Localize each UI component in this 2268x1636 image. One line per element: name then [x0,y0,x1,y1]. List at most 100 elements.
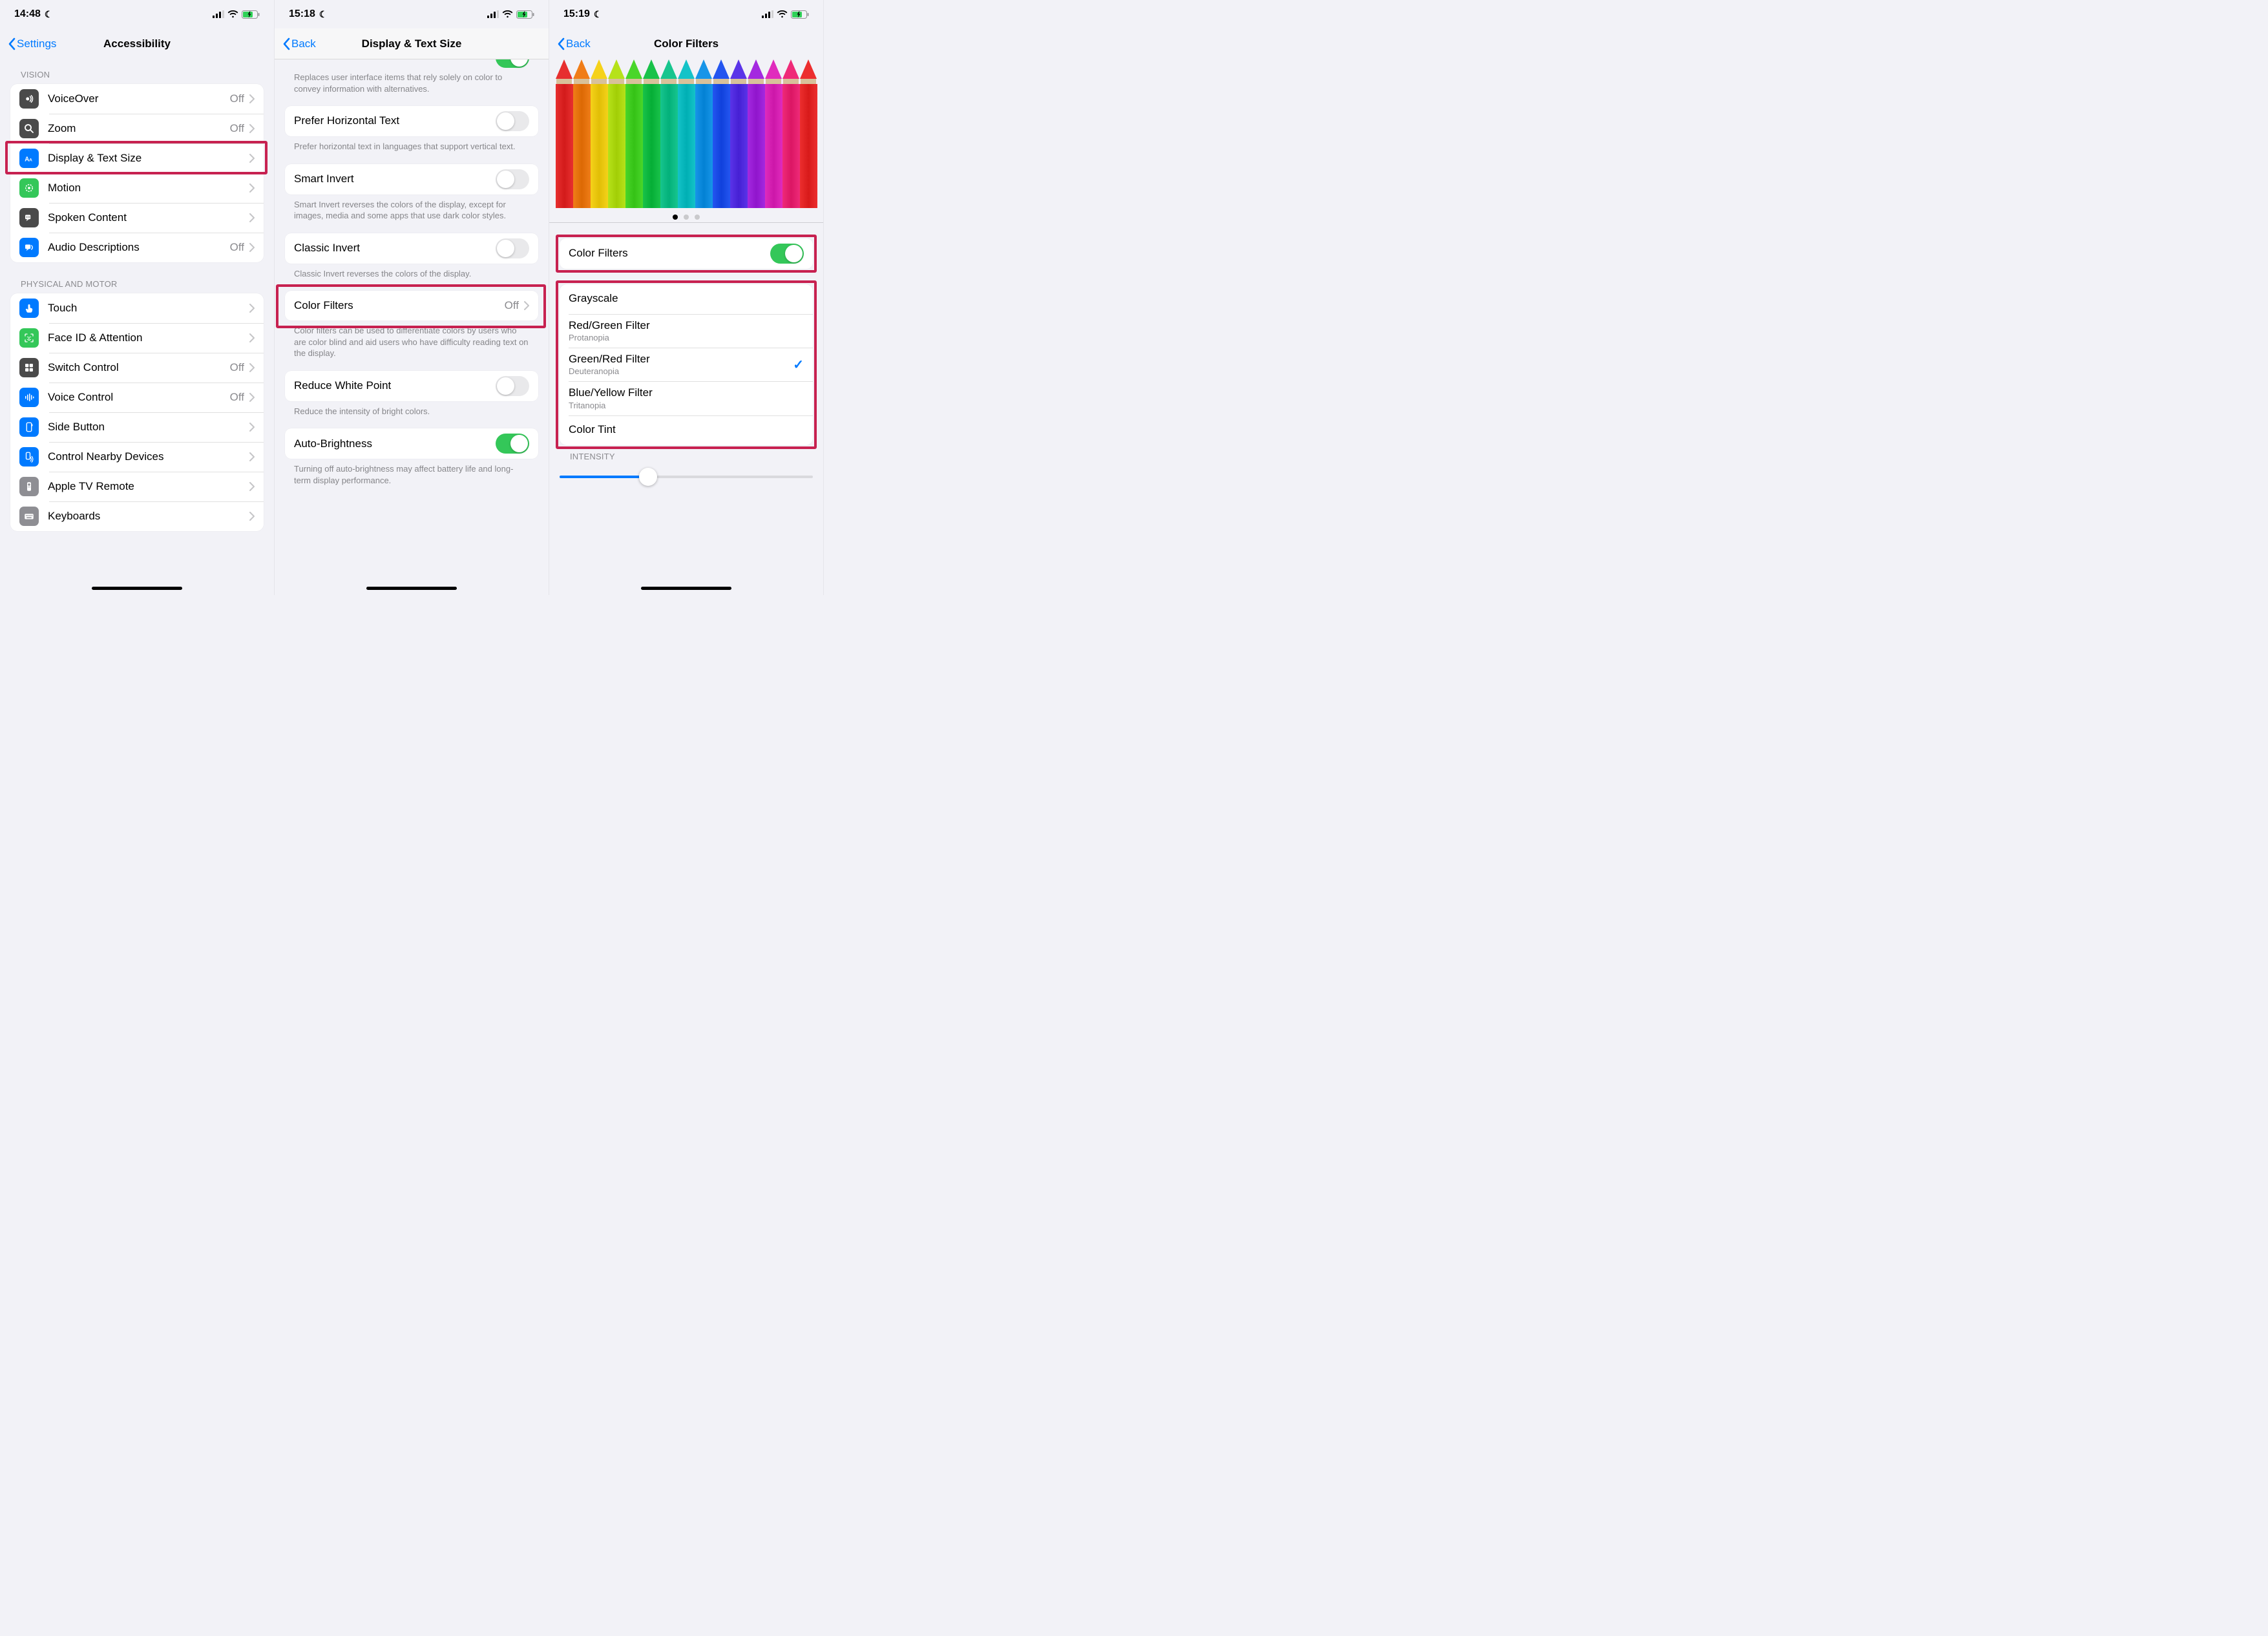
dnd-moon-icon: ☾ [594,9,602,20]
row-smart-invert[interactable]: Smart Invert [285,164,538,194]
row-touch[interactable]: Touch [10,293,264,323]
row-voice-control[interactable]: Voice ControlOff [10,383,264,412]
row-reduce-white-point[interactable]: Reduce White Point [285,371,538,401]
filter-option-blue-yellow-filter[interactable]: Blue/Yellow FilterTritanopia [560,381,813,415]
back-button[interactable]: Back [557,37,591,50]
footer-note: Turning off auto-brightness may affect b… [275,459,549,486]
chevron-right-icon [249,213,255,222]
dnd-moon-icon: ☾ [45,9,53,20]
chevron-right-icon [249,363,255,372]
status-right [762,10,809,19]
filter-option-green-red-filter[interactable]: Green/Red FilterDeuteranopia✓ [560,348,813,381]
page-dot-3[interactable] [695,215,700,220]
intensity-slider[interactable] [560,467,813,487]
row-control-nearby-devices[interactable]: Control Nearby Devices [10,442,264,472]
toggle[interactable] [496,59,529,68]
chevron-left-icon [8,37,16,50]
filter-option-red-green-filter[interactable]: Red/Green FilterProtanopia [560,314,813,348]
filter-option-color-tint[interactable]: Color Tint [560,415,813,445]
row-sublabel: Tritanopia [569,401,804,410]
row-value: Off [230,361,244,374]
back-button[interactable]: Back [282,37,316,50]
row-value: Off [230,391,244,404]
row-value: Off [230,241,244,254]
row-switch-control[interactable]: Switch ControlOff [10,353,264,383]
row-label: Color Filters [569,247,770,260]
chevron-right-icon [249,333,255,342]
toggle[interactable] [496,238,529,258]
chevron-left-icon [557,37,565,50]
row-label: Touch [48,302,248,315]
pencil [625,59,643,208]
row-color-filters-toggle[interactable]: Color Filters [560,238,813,269]
toggle[interactable] [496,376,529,396]
chevron-right-icon [524,301,529,310]
row-label: Prefer Horizontal Text [294,114,496,127]
pencil [782,59,800,208]
group-classic-invert: Classic Invert [285,233,538,264]
chevron-right-icon [249,393,255,402]
row-keyboards[interactable]: Keyboards [10,501,264,531]
row-label: Voice Control [48,391,230,404]
row-side-button[interactable]: Side Button [10,412,264,442]
toggle[interactable] [496,169,529,189]
row-audio-descriptions[interactable]: Audio DescriptionsOff [10,233,264,262]
pencil [608,59,625,208]
intensity-header: INTENSITY [549,445,823,466]
row-label: Green/Red Filter [569,353,793,366]
row-label: Side Button [48,421,248,434]
chevron-left-icon [282,37,290,50]
pencil [730,59,748,208]
pencil [800,59,817,208]
status-bar: 14:48 ☾ [0,0,274,28]
row-display-text-size[interactable]: AADisplay & Text Size [10,143,264,173]
status-right [487,10,534,19]
page-dot-2[interactable] [684,215,689,220]
row-classic-invert[interactable]: Classic Invert [285,233,538,264]
filter-option-grayscale[interactable]: Grayscale [560,284,813,314]
row-auto-brightness[interactable]: Auto-Brightness [285,428,538,459]
battery-icon [516,10,534,19]
row-prefer-horizontal-text[interactable]: Prefer Horizontal Text [285,106,538,136]
row-voiceover[interactable]: VoiceOverOff [10,84,264,114]
row-label: VoiceOver [48,92,230,105]
toggle-color-filters[interactable] [770,244,804,264]
row-label: Grayscale [569,292,804,305]
voicectrl-icon [19,388,39,407]
pencil [643,59,660,208]
switch-icon [19,358,39,377]
row-spoken-content[interactable]: Spoken Content [10,203,264,233]
cellular-icon [762,10,773,18]
row-motion[interactable]: Motion [10,173,264,203]
chevron-right-icon [249,512,255,521]
footer-note: Color filters can be used to differentia… [275,320,549,359]
chevron-right-icon [249,124,255,133]
row-zoom[interactable]: ZoomOff [10,114,264,143]
footer-note: Classic Invert reverses the colors of th… [275,264,549,280]
keyboards-icon [19,507,39,526]
spoken-icon [19,208,39,227]
toggle[interactable] [496,434,529,454]
status-right [213,10,260,19]
pencil [678,59,695,208]
row-apple-tv-remote[interactable]: Apple TV Remote [10,472,264,501]
page-indicator[interactable] [549,208,823,222]
voiceover-icon [19,89,39,109]
row-face-id-attention[interactable]: Face ID & Attention [10,323,264,353]
row-label: Face ID & Attention [48,331,248,344]
back-button[interactable]: Settings [8,37,56,50]
toggle[interactable] [496,111,529,131]
chevron-right-icon [249,482,255,491]
color-sample-pencils[interactable] [549,59,823,208]
page-dot-1[interactable] [673,215,678,220]
row-color-filters[interactable]: Color FiltersOff [285,291,538,320]
pencil [591,59,608,208]
pencil [556,59,573,208]
chevron-right-icon [249,423,255,432]
chevron-right-icon [249,243,255,252]
back-label: Back [291,37,316,50]
back-label: Settings [17,37,56,50]
slider-thumb[interactable] [639,468,657,486]
row-value: Off [505,299,519,312]
filter-options-group: GrayscaleRed/Green FilterProtanopiaGreen… [560,284,813,445]
